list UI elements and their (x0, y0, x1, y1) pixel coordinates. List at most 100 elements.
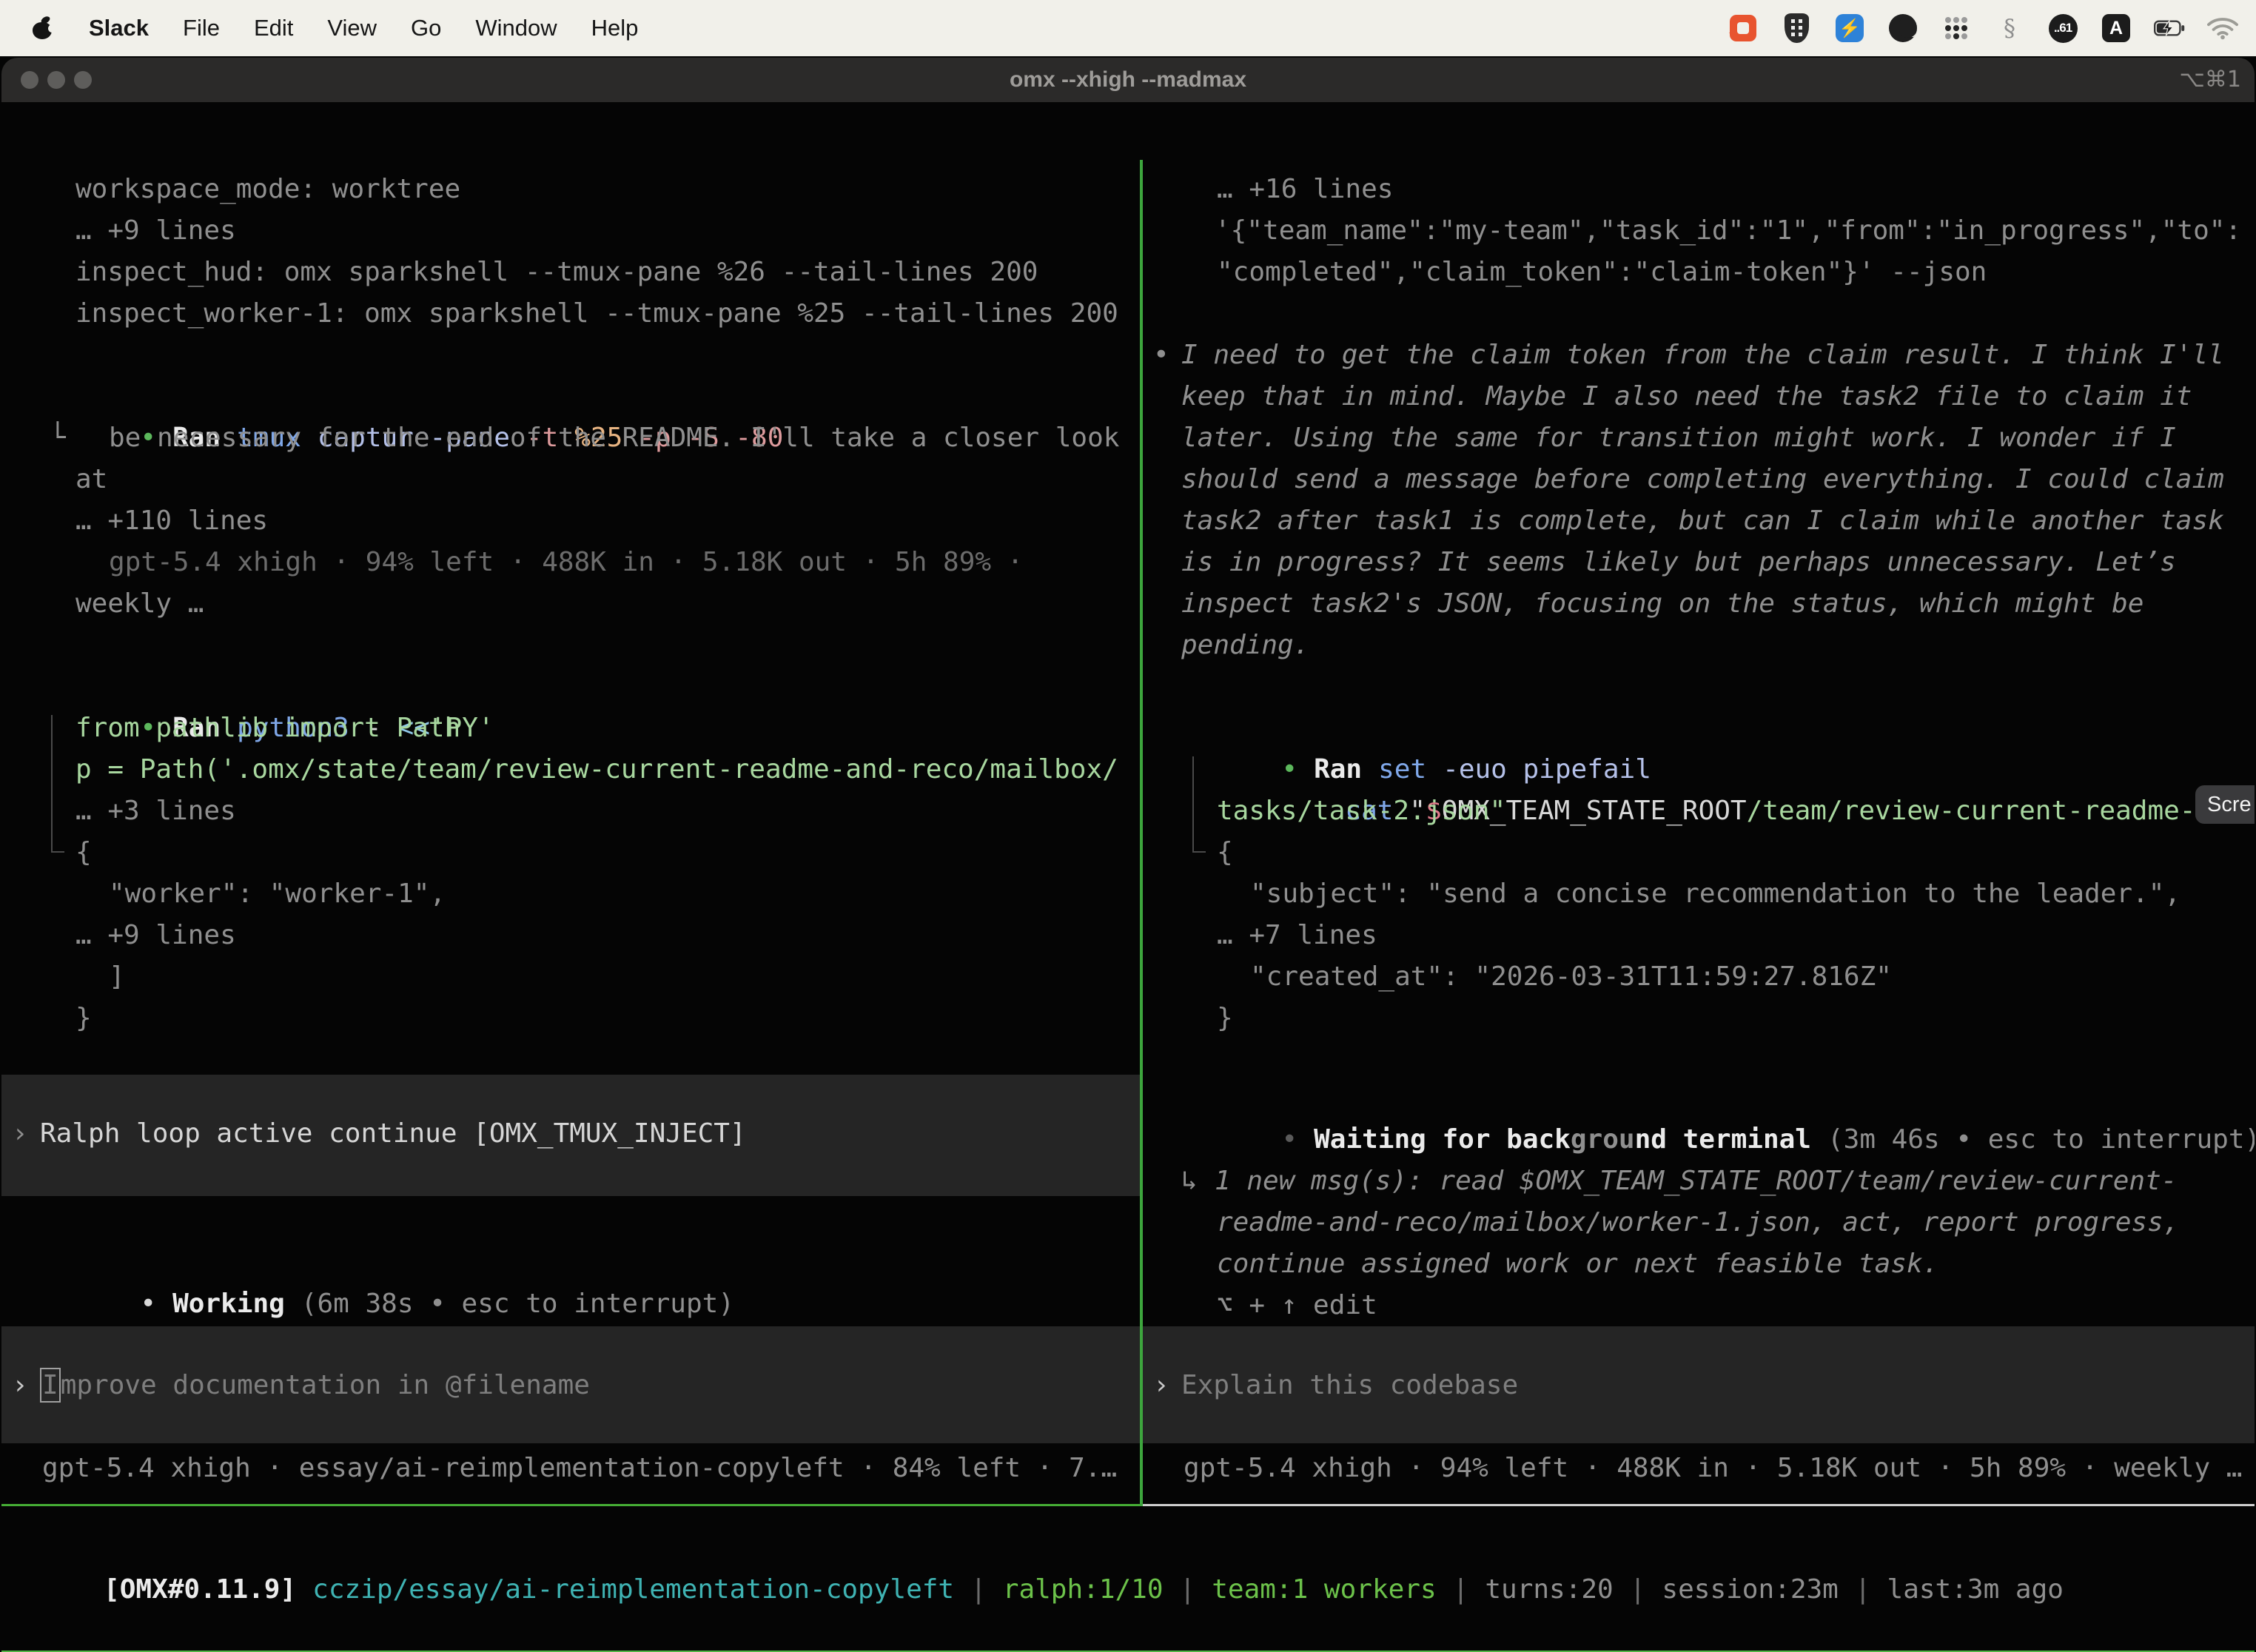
badge-61-icon[interactable]: ..61 (2047, 13, 2078, 44)
terminal-line: at (75, 459, 107, 500)
menu-item-help[interactable]: Help (591, 15, 639, 41)
terminal-line: } (1217, 998, 1233, 1039)
terminal-line: … +16 lines (1217, 169, 1393, 210)
prompt-chevron-icon: › (12, 1365, 28, 1406)
text-cursor: I (40, 1368, 61, 1403)
prompt-input-box-left[interactable]: › Improve documentation in @filename (1, 1326, 1140, 1443)
separator: | (1453, 1574, 1469, 1605)
tmux-pane-left[interactable]: workspace_mode: worktree … +9 lines insp… (1, 160, 1140, 1504)
pane-border-bottom-right (1143, 1504, 2255, 1506)
omx-session-time: session:23m (1662, 1574, 1838, 1605)
menu-item-go[interactable]: Go (411, 15, 441, 41)
chat-app-icon[interactable] (1728, 13, 1759, 44)
prompt-placeholder: mprove documentation in @filename (61, 1370, 590, 1400)
terminal-line: "completed","claim_token":"claim-token"}… (1217, 252, 1987, 293)
thinking-line: task2 after task1 is complete, but can I… (1181, 500, 2224, 542)
menu-item-window[interactable]: Window (475, 15, 557, 41)
thinking-line: inspect task2's JSON, focusing on the st… (1181, 583, 2143, 625)
path-segment-line: tasks/task-2.json" (1217, 790, 1505, 832)
terminal-line: "subject": "send a concise recommendatio… (1250, 873, 2181, 915)
terminal-line: … +3 lines (75, 790, 236, 832)
working-status-line: •Working(6m 38s • esc to interrupt) (12, 1242, 734, 1283)
terminal-line: … +9 lines (75, 210, 236, 252)
thinking-bullet-icon: • (1153, 335, 1169, 376)
omx-turns: turns:20 (1485, 1574, 1613, 1605)
output-corner: └ (50, 417, 66, 459)
output-connector-foot (51, 851, 64, 853)
terminal-line: workspace_mode: worktree (75, 169, 460, 210)
ran-set-command-line: •Ranset-euo pipefail (1153, 708, 1651, 749)
menu-item-file[interactable]: File (183, 15, 220, 41)
output-connector-line (51, 715, 53, 853)
screen-tooltip: Scre (2195, 785, 2255, 824)
blue-bolt-icon[interactable]: ⚡ (1834, 13, 1865, 44)
separator: | (970, 1574, 987, 1605)
message-arrow-icon: ↳ (1181, 1161, 1198, 1202)
omx-last-activity: last:3m ago (1887, 1574, 2064, 1605)
pane-status-line: gpt-5.4 xhigh · essay/ai-reimplementatio… (42, 1448, 1117, 1489)
ran-python-command-line: •Ranpython3-<<'PY' (12, 666, 494, 708)
menu-item-edit[interactable]: Edit (254, 15, 293, 41)
window-title: omx --xhigh --madmax (1, 58, 2255, 102)
pane-border-bottom-left (1, 1504, 1140, 1506)
thinking-line: later. Using the same for transition mig… (1181, 417, 2176, 459)
spinner-icon: • (1281, 1124, 1297, 1155)
terminal-content: workspace_mode: worktree … +9 lines insp… (1, 160, 2255, 1652)
banner-chevron-icon: › (12, 1113, 28, 1155)
terminal-line: '{"team_name":"my-team","task_id":"1","f… (1215, 210, 2241, 252)
thinking-line: should send a message before completing … (1181, 459, 2224, 500)
prompt-input-box-right[interactable]: › Explain this codebase (1143, 1326, 2255, 1443)
omx-session-path: cczip/essay/ai-reimplementation-copyleft (312, 1574, 954, 1605)
terminal-line: … +9 lines (75, 915, 236, 956)
thinking-line: keep that in mind. Maybe I also need the… (1181, 376, 2192, 417)
omx-ralph-count: ralph:1/10 (1003, 1574, 1164, 1605)
code-line: p = Path('.omx/state/team/review-current… (75, 749, 1118, 790)
battery-charging-icon[interactable] (2154, 13, 2185, 44)
path-segment: /team/review-current-readme-and-reco/ (1747, 796, 2255, 826)
omx-status-bar: [OMX#0.11.9]cczip/essay/ai-reimplementat… (7, 1528, 2064, 1569)
message-line: 1 new msg(s): read $OMX_TEAM_STATE_ROOT/… (1215, 1161, 2177, 1202)
banner-text: Ralph loop active continue [OMX_TMUX_INJ… (40, 1113, 746, 1155)
thinking-line: pending. (1181, 625, 1309, 666)
terminal-line: { (75, 832, 92, 873)
terminal-line: weekly … (75, 583, 204, 625)
menu-app-name[interactable]: Slack (89, 15, 149, 41)
separator: | (1855, 1574, 1871, 1605)
thinking-line: I need to get the claim token from the c… (1181, 335, 2224, 376)
terminal-line: "worker": "worker-1", (109, 873, 446, 915)
window-titlebar[interactable]: omx --xhigh --madmax ⌥⌘1 (1, 58, 2255, 102)
terminal-line: be necessary for the end of the README. … (109, 417, 1119, 459)
menu-item-view[interactable]: View (327, 15, 377, 41)
prompt-input-left[interactable]: Improve documentation in @filename (40, 1365, 590, 1406)
dark-crescent-icon[interactable] (1887, 13, 1918, 44)
output-connector-line (1192, 756, 1194, 853)
terminal-window: omx --xhigh --madmax ⌥⌘1 workspace_mode:… (1, 58, 2255, 1652)
tmux-pane-right[interactable]: … +16 lines '{"team_name":"my-team","tas… (1143, 160, 2255, 1504)
terminal-line: } (75, 998, 92, 1039)
shield-grid-icon[interactable] (1781, 13, 1812, 44)
waiting-label: nd terminal (1635, 1124, 1811, 1155)
cat-command-line: cat"$OMX_TEAM_STATE_ROOT/team/review-cur… (1217, 749, 2255, 790)
terminal-line: gpt-5.4 xhigh · 94% left · 488K in · 5.1… (109, 542, 1023, 583)
pane-status-line: gpt-5.4 xhigh · 94% left · 488K in · 5.1… (1184, 1448, 2242, 1489)
wifi-icon[interactable] (2207, 13, 2238, 44)
message-line: continue assigned work or next feasible … (1217, 1243, 1938, 1285)
thinking-line: is in progress? It seems likely but perh… (1181, 542, 2176, 583)
prompt-placeholder[interactable]: Explain this codebase (1181, 1365, 1518, 1406)
terminal-line: { (1217, 832, 1233, 873)
prompt-chevron-icon: › (1153, 1365, 1169, 1406)
omx-team-workers: team:1 workers (1212, 1574, 1436, 1605)
working-label: Working (172, 1289, 285, 1319)
squiggle-icon[interactable]: § (1994, 13, 2025, 44)
window-shortcut-badge: ⌥⌘1 (2179, 58, 2241, 102)
terminal-line: … +110 lines (75, 500, 268, 542)
dots-grid-icon[interactable] (1941, 13, 1972, 44)
apple-menu-icon[interactable] (33, 16, 53, 41)
ralph-loop-banner: › Ralph loop active continue [OMX_TMUX_I… (1, 1075, 1140, 1196)
terminal-line: "created_at": "2026-03-31T11:59:27.816Z" (1250, 956, 1892, 998)
waiting-status-line: •Waiting for background terminal(3m 46s … (1153, 1078, 2255, 1119)
terminal-line: … +7 lines (1217, 915, 1377, 956)
input-source-icon[interactable]: A (2101, 13, 2132, 44)
code-line: from pathlib import Path (75, 708, 460, 749)
ran-tmux-command-line: •Rantmuxcapture-pane-t%25-p -S -80 (12, 376, 783, 417)
